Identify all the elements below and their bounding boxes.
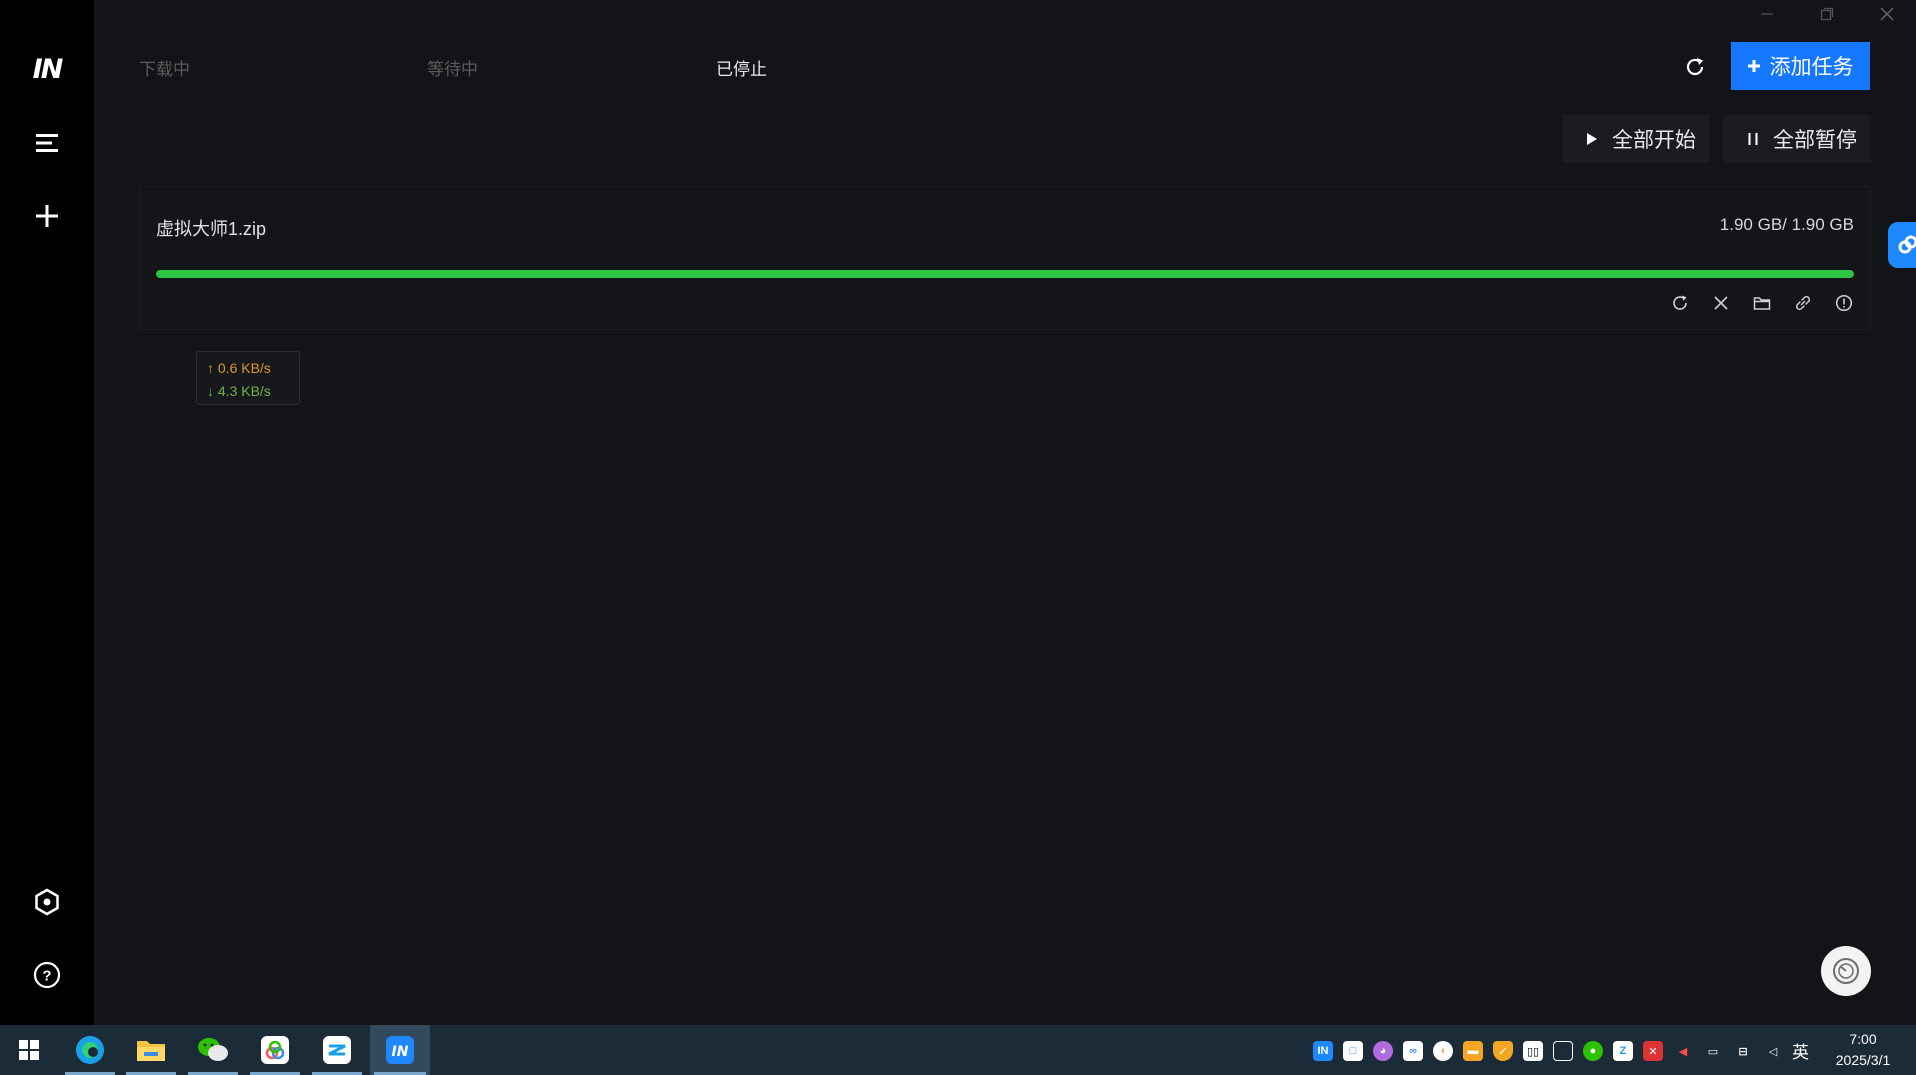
- taskbar-edge[interactable]: [61, 1025, 119, 1075]
- taskbar-downloader[interactable]: IN: [370, 1025, 430, 1075]
- settings-button[interactable]: [22, 877, 72, 927]
- taskbar: IN IN □ ◕ ∞ ‹ ▬ ✓ ▯▯ ● Z ✕ ◀ ▭ ⊟ ◁ 英 7:0…: [0, 1025, 1916, 1075]
- link-icon: [1898, 235, 1916, 254]
- download-speed: ↓ 4.3 KB/s: [207, 383, 271, 399]
- delete-task-button[interactable]: [1707, 289, 1735, 317]
- tray-app-icon[interactable]: □: [1343, 1041, 1363, 1061]
- pause-icon: [1748, 133, 1758, 145]
- svg-text:?: ?: [42, 968, 51, 985]
- clock-date: 2025/3/1: [1835, 1052, 1891, 1068]
- folder-icon: [137, 1041, 165, 1061]
- taskbar-cloud-app[interactable]: [308, 1025, 366, 1075]
- system-clock[interactable]: 7:00 2025/3/1: [1826, 1029, 1900, 1071]
- wechat-icon: [198, 1038, 228, 1061]
- plus-icon: [1747, 60, 1760, 72]
- downloader-icon: IN: [386, 1036, 414, 1064]
- tray-monitor-icon[interactable]: ✕: [1643, 1041, 1663, 1061]
- pause-all-button[interactable]: 全部暂停: [1723, 115, 1871, 163]
- tray-code-icon[interactable]: ‹: [1433, 1041, 1453, 1061]
- tray-speaker-alert-icon[interactable]: ◀: [1673, 1041, 1693, 1061]
- tray-shield-icon[interactable]: ✓: [1493, 1041, 1513, 1061]
- progress-bar: [156, 270, 1854, 278]
- minimize-button[interactable]: [1737, 0, 1797, 28]
- settings-icon: [35, 888, 59, 916]
- taskbar-baidu-netdisk[interactable]: [246, 1025, 304, 1075]
- help-button[interactable]: ?: [22, 950, 72, 1000]
- maximize-icon: [1820, 7, 1834, 21]
- upload-speed: ↑ 0.6 KB/s: [207, 360, 271, 376]
- sidebar: IN ?: [0, 0, 94, 1025]
- taskbar-wechat[interactable]: [184, 1025, 242, 1075]
- minimize-icon: [1761, 13, 1773, 15]
- tray-folder-icon[interactable]: ▬: [1463, 1041, 1483, 1061]
- tray-book-icon[interactable]: ▯▯: [1523, 1041, 1543, 1061]
- open-folder-button[interactable]: [1748, 289, 1776, 317]
- edge-icon: [76, 1036, 104, 1064]
- add-task-button[interactable]: 添加任务: [1731, 42, 1870, 90]
- input-method-indicator[interactable]: 英: [1792, 1038, 1809, 1063]
- start-all-button[interactable]: 全部开始: [1562, 115, 1710, 163]
- close-icon: [1714, 296, 1728, 310]
- add-task-label: 添加任务: [1769, 56, 1854, 79]
- tab-stopped[interactable]: 已停止: [716, 55, 767, 80]
- svg-text:IN: IN: [392, 1044, 409, 1060]
- tab-downloading[interactable]: 下载中: [139, 55, 190, 80]
- add-icon: [36, 205, 58, 227]
- taskbar-explorer[interactable]: [122, 1025, 180, 1075]
- speedometer-icon: [1833, 958, 1859, 984]
- task-item[interactable]: 虚拟大师1.zip 1.90 GB/ 1.90 GB: [139, 186, 1871, 330]
- volume-icon[interactable]: ◁: [1763, 1041, 1783, 1061]
- netdisk-icon: [261, 1036, 289, 1064]
- battery-icon[interactable]: ▭: [1703, 1041, 1723, 1061]
- refresh-icon: [1686, 58, 1704, 76]
- progress-fill: [156, 270, 1854, 278]
- cloud-app-icon: [323, 1036, 351, 1064]
- tray-downloader-icon[interactable]: IN: [1313, 1041, 1333, 1061]
- refresh-button[interactable]: [1678, 50, 1712, 84]
- tray-netdisk-icon[interactable]: ∞: [1403, 1041, 1423, 1061]
- clock-time: 7:00: [1849, 1031, 1877, 1047]
- refresh-icon: [1673, 295, 1687, 310]
- speed-meter-button[interactable]: [1821, 946, 1871, 996]
- windows-icon: [19, 1040, 39, 1060]
- tray-cloud-icon[interactable]: Z: [1613, 1041, 1633, 1061]
- task-info-button[interactable]: [1830, 289, 1858, 317]
- pause-all-label: 全部暂停: [1773, 129, 1857, 152]
- task-size: 1.90 GB/ 1.90 GB: [1719, 215, 1854, 234]
- float-link-button[interactable]: [1888, 222, 1916, 268]
- menu-icon: [36, 134, 58, 152]
- restart-task-button[interactable]: [1666, 289, 1694, 317]
- tray-cat-icon[interactable]: ◕: [1373, 1041, 1393, 1061]
- menu-button[interactable]: [22, 118, 72, 168]
- new-task-button[interactable]: [22, 191, 72, 241]
- close-window-button[interactable]: [1857, 0, 1916, 28]
- link-icon: [1795, 295, 1811, 311]
- network-icon[interactable]: ⊟: [1733, 1041, 1753, 1061]
- speed-indicator: ↑ 0.6 KB/s ↓ 4.3 KB/s: [196, 351, 300, 405]
- close-icon: [1880, 7, 1894, 21]
- help-icon: ?: [33, 961, 61, 989]
- folder-icon: [1753, 297, 1771, 310]
- tray-window-icon[interactable]: [1553, 1041, 1573, 1061]
- app-logo: IN: [32, 53, 64, 85]
- start-all-label: 全部开始: [1612, 129, 1696, 152]
- task-name: 虚拟大师1.zip: [156, 219, 267, 239]
- play-icon: [1587, 133, 1597, 145]
- copy-link-button[interactable]: [1789, 289, 1817, 317]
- maximize-button[interactable]: [1797, 0, 1857, 28]
- main-panel: 下载中 等待中 已停止 添加任务 全部开始 全部暂停 虚拟大师1.zip 1.9…: [94, 0, 1916, 1025]
- tab-waiting[interactable]: 等待中: [427, 55, 478, 80]
- start-button[interactable]: [0, 1025, 58, 1075]
- tray-wechat-icon[interactable]: ●: [1583, 1041, 1603, 1061]
- info-icon: [1835, 294, 1853, 312]
